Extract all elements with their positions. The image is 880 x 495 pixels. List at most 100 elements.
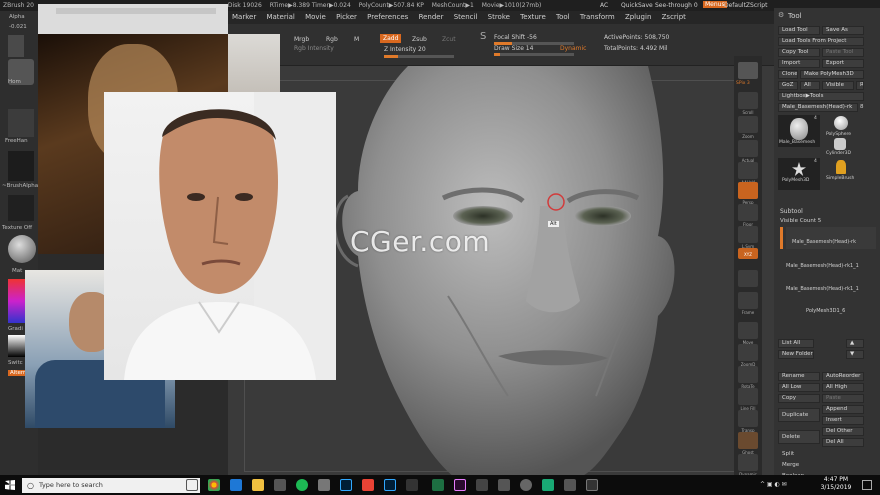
photoshop-icon[interactable] (340, 479, 352, 491)
app-icon-5[interactable] (564, 479, 576, 491)
notifications-icon[interactable] (862, 480, 872, 490)
edge-icon[interactable] (230, 479, 242, 491)
subtool-header[interactable]: Subtool (780, 208, 803, 215)
chrome-icon[interactable] (208, 479, 220, 491)
draw-size-track[interactable] (494, 53, 574, 56)
menu-stroke[interactable]: Stroke (484, 11, 514, 24)
spotify-icon[interactable] (296, 479, 308, 491)
save-as-button[interactable]: Save As (822, 26, 864, 35)
lightbox-tools-button[interactable]: Lightbox▶Tools (778, 92, 864, 101)
menu-texture[interactable]: Texture (516, 11, 550, 24)
zadd-button[interactable]: Zadd (380, 34, 402, 43)
menu-marker[interactable]: Marker (228, 11, 260, 24)
app-icon-2[interactable] (476, 479, 488, 491)
line-fill-icon[interactable]: Line Fill (738, 388, 758, 411)
clone-button[interactable]: Clone (778, 70, 798, 79)
make-polymesh-button[interactable]: Make PolyMesh3D (800, 70, 864, 79)
mrgb-button[interactable]: Mrgb (294, 36, 309, 43)
app-icon-4[interactable] (520, 479, 532, 491)
simplebrush-icon[interactable] (836, 160, 846, 174)
see-through-slider[interactable]: See-through 0 (655, 2, 698, 9)
new-folder-button[interactable]: New Folder (778, 350, 814, 359)
reference-photo-main[interactable] (104, 92, 336, 380)
xyz-icon[interactable]: XYZ (738, 248, 758, 259)
local-symmetry-icon[interactable]: L.Sym (738, 226, 758, 249)
excel-icon[interactable] (432, 479, 444, 491)
menu-preferences[interactable]: Preferences (363, 11, 412, 24)
gear-icon[interactable]: ⚙ (778, 11, 784, 19)
media-icon[interactable] (362, 479, 374, 491)
browser-window[interactable] (38, 4, 228, 34)
load-from-project-button[interactable]: Load Tools From Project (778, 37, 864, 46)
rename-button[interactable]: Rename (778, 372, 820, 381)
subtool-item-1[interactable]: Male_Basemesh(Head)-rk (786, 227, 876, 249)
subtool-item-4[interactable]: PolyMesh3D1_6 (786, 298, 876, 318)
persp-icon[interactable]: Persp (738, 182, 758, 205)
app-icon-6[interactable] (586, 479, 598, 491)
aahalf-icon[interactable]: AAHalf (738, 162, 758, 185)
merge-section[interactable]: Merge (782, 462, 799, 468)
auto-reorder-button[interactable]: AutoReorder (822, 372, 864, 381)
system-tray-icons[interactable]: ^ ▣ ◐ ✉ (760, 481, 787, 488)
del-all-button[interactable]: Del All (822, 438, 864, 447)
default-zscript-button[interactable]: DefaultZScript (724, 2, 767, 9)
menu-transform[interactable]: Transform (576, 11, 619, 24)
tool-thumb-polymesh[interactable]: PolyMesh3D 4 (778, 158, 820, 190)
photoshop-icon-2[interactable] (384, 479, 396, 491)
menu-zplugin[interactable]: Zplugin (621, 11, 655, 24)
taskbar-search-input[interactable]: Type here to search (22, 478, 200, 493)
bpr-icon[interactable] (738, 62, 758, 79)
draw-size-slider[interactable]: Draw Size 14 (494, 45, 533, 52)
zbrush-taskbar-icon[interactable] (406, 479, 418, 491)
menu-stencil[interactable]: Stencil (450, 11, 482, 24)
quicksave-button[interactable]: QuickSave (621, 2, 653, 9)
focal-shift-slider[interactable]: Focal Shift -56 (494, 34, 537, 41)
copy-tool-button[interactable]: Copy Tool (778, 48, 820, 57)
floor-icon[interactable]: Floor (738, 204, 758, 227)
z-intensity-slider[interactable]: Z Intensity 20 (384, 46, 426, 53)
m-button[interactable]: M (354, 36, 359, 43)
frame-icon[interactable]: Frame (738, 292, 758, 315)
scroll-icon[interactable]: Scroll (738, 92, 758, 115)
cylinder-icon[interactable] (834, 138, 846, 150)
all-low-button[interactable]: All Low (778, 383, 820, 392)
alpha-swatch[interactable] (8, 151, 34, 181)
zoom3d-icon[interactable]: ZoomD (738, 344, 758, 367)
camtasia-icon[interactable] (542, 479, 554, 491)
duplicate-button[interactable]: Duplicate (778, 408, 820, 422)
task-view-icon[interactable] (186, 479, 198, 491)
texture-swatch[interactable] (8, 195, 34, 221)
move-icon[interactable]: Move (738, 322, 758, 345)
goz-button[interactable]: GoZ (778, 81, 798, 90)
all-button[interactable]: All (800, 81, 820, 90)
dynamic-icon[interactable]: Dynamic (738, 454, 758, 477)
menu-movie[interactable]: Movie (301, 11, 330, 24)
transp-icon[interactable]: Transp (738, 410, 758, 433)
file-explorer-icon[interactable] (252, 479, 264, 491)
paste-button[interactable]: Paste (822, 394, 864, 403)
split-section[interactable]: Split (782, 451, 794, 457)
polysphere-icon[interactable] (834, 116, 848, 130)
zcut-button[interactable]: Zcut (442, 36, 456, 43)
delete-button[interactable]: Delete (778, 430, 820, 444)
app-icon[interactable] (318, 479, 330, 491)
menu-zscript[interactable]: Zscript (658, 11, 690, 24)
tool-palette-title[interactable]: Tool (788, 12, 802, 20)
paste-tool-button[interactable]: Paste Tool (822, 48, 864, 57)
move-down-arrow-icon[interactable]: ▼ (846, 350, 864, 359)
material-sphere-icon[interactable] (8, 235, 36, 263)
taskbar-clock[interactable]: 4:47 PM 3/15/2019 (816, 476, 856, 492)
menu-picker[interactable]: Picker (332, 11, 361, 24)
freehand-stroke-icon[interactable] (8, 109, 34, 137)
store-icon[interactable] (274, 479, 286, 491)
ghost-icon[interactable]: Ghost (738, 432, 758, 455)
current-tool-slider[interactable]: Male_Basemesh(Head)-rk (778, 103, 858, 112)
rotate-axis-icon[interactable] (738, 270, 758, 287)
rgb-button[interactable]: Rgb (326, 36, 338, 43)
subtool-item-2[interactable]: Male_Basemesh(Head)-rk1_1 (786, 251, 876, 271)
append-button[interactable]: Append (822, 405, 864, 414)
visible-button[interactable]: Visible (822, 81, 854, 90)
rgb-intensity-slider[interactable]: Rgb Intensity (294, 45, 334, 52)
menu-tool[interactable]: Tool (552, 11, 574, 24)
brush-swatch[interactable] (8, 35, 24, 57)
